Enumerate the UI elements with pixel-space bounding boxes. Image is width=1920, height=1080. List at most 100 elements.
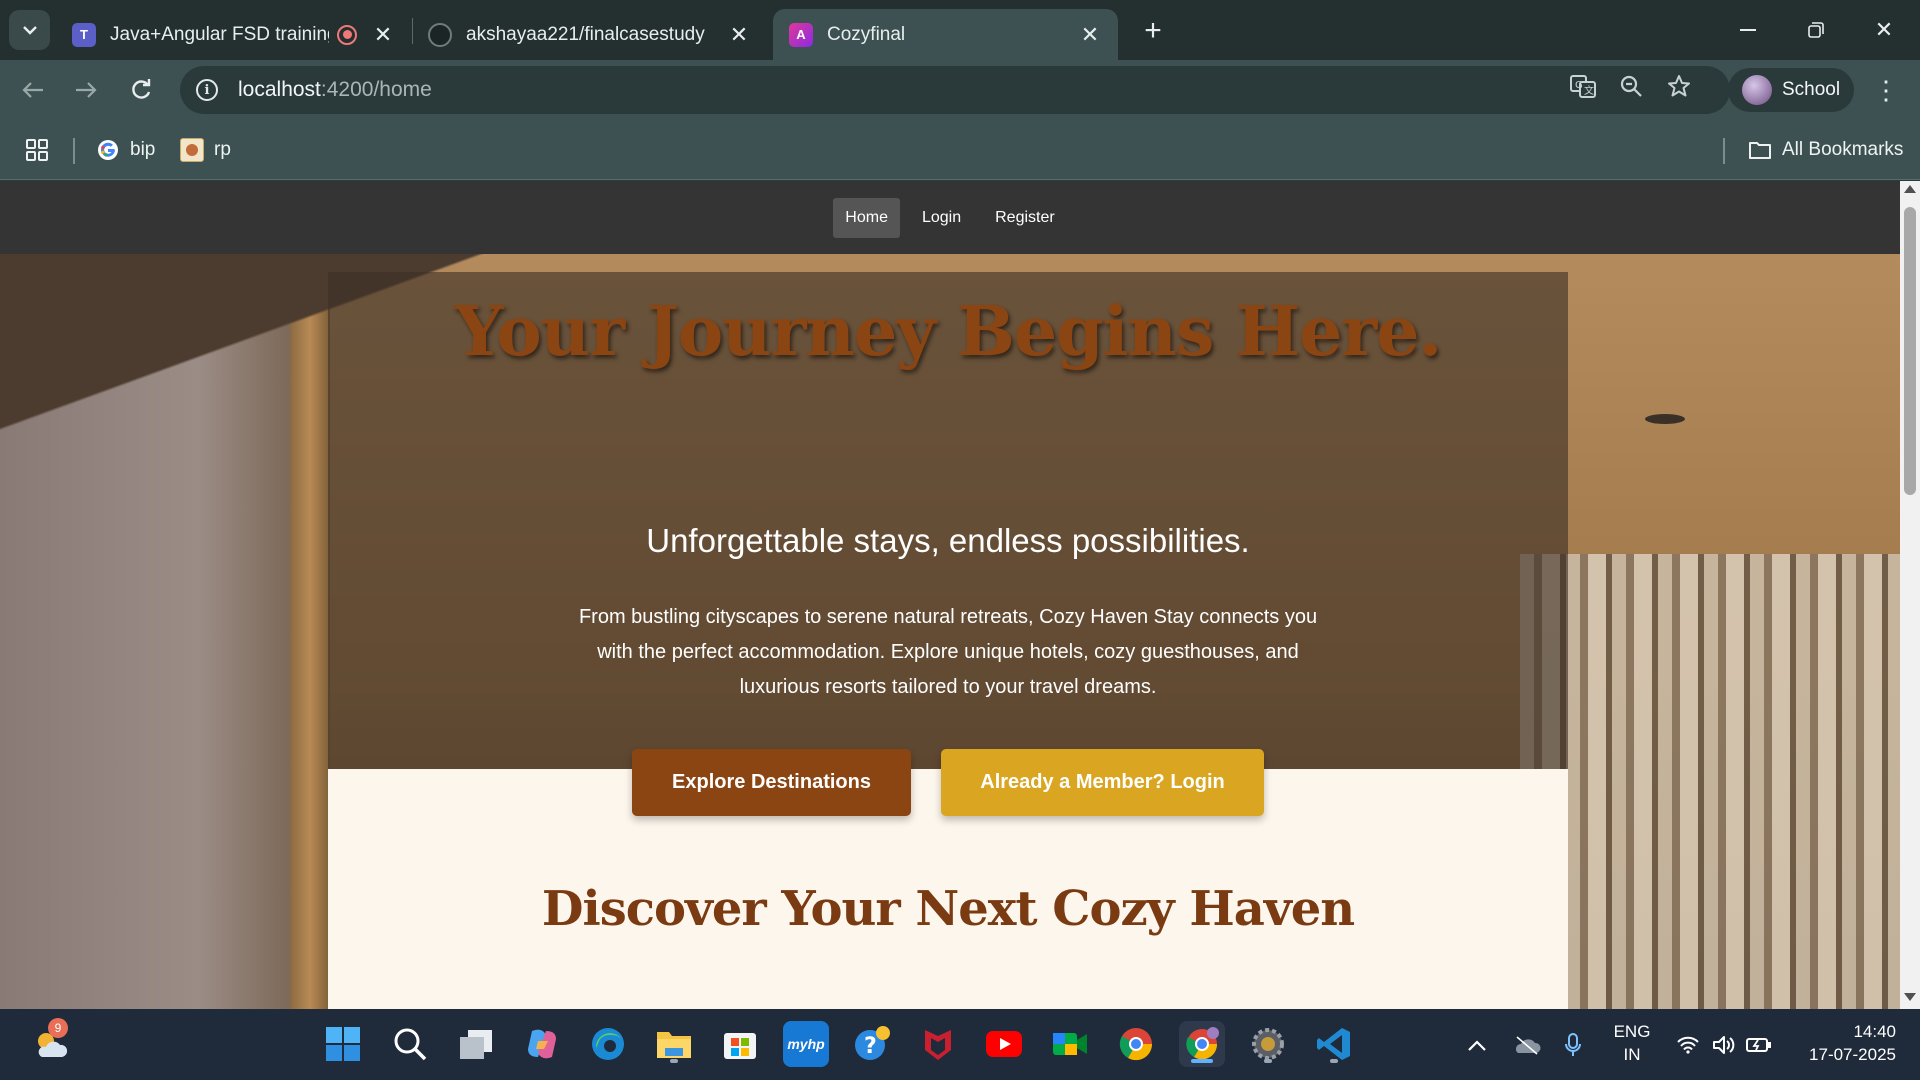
battery-icon[interactable] (1746, 1009, 1772, 1080)
store-icon[interactable] (717, 1021, 763, 1067)
profile-button[interactable]: School (1728, 68, 1854, 112)
reload-icon (132, 79, 151, 99)
forward-button[interactable] (66, 70, 106, 110)
scrollbar-thumb[interactable] (1904, 207, 1916, 495)
start-icon[interactable] (320, 1021, 366, 1067)
nav-register[interactable]: Register (983, 198, 1067, 238)
hero-subtitle: Unforgettable stays, endless possibiliti… (646, 522, 1250, 559)
angular-icon: A (789, 22, 813, 47)
translate-icon[interactable]: G文 (1569, 72, 1597, 100)
wifi-icon[interactable] (1676, 1009, 1700, 1080)
settings-icon[interactable] (1245, 1021, 1291, 1067)
language-code: ENG (1613, 1022, 1651, 1041)
search-icon[interactable] (387, 1021, 433, 1067)
page-viewport: Home Login Register Your Journey Begins … (0, 181, 1900, 1009)
apps-button[interactable] (26, 136, 48, 164)
microphone-icon[interactable] (1565, 1009, 1581, 1080)
discover-title: Discover Your Next Cozy Haven (541, 881, 1355, 937)
back-arrow-icon (22, 82, 43, 98)
system-clock[interactable]: 14:40 17-07-2025 (1786, 1020, 1896, 1066)
copilot-icon[interactable] (519, 1021, 565, 1067)
close-icon: ✕ (1874, 17, 1894, 42)
bookmark-label: rp (214, 139, 231, 160)
forward-arrow-icon (76, 82, 97, 98)
myhp-icon[interactable]: myhp (783, 1021, 829, 1067)
recording-icon (337, 24, 357, 45)
browser-toolbar: i localhost:4200/home G文 School ⋮ (0, 60, 1920, 120)
get-help-icon[interactable]: ? (849, 1021, 895, 1067)
bookmark-bip[interactable]: bip (96, 136, 155, 164)
site-info-icon[interactable]: i (196, 79, 218, 101)
app-running-indicator (1330, 1059, 1338, 1063)
avatar (1742, 75, 1772, 105)
close-icon[interactable]: ✕ (1078, 22, 1102, 47)
tab-teams[interactable]: T Java+Angular FSD training - ✕ (56, 9, 411, 60)
app-running-indicator (1264, 1059, 1272, 1063)
folder-icon (1748, 138, 1772, 162)
menu-icon[interactable]: ⋮ (1873, 72, 1899, 108)
tab-cozyfinal[interactable]: A Cozyfinal ✕ (773, 9, 1118, 60)
ceiling-light (1645, 414, 1685, 424)
edge-icon[interactable] (585, 1021, 631, 1067)
all-bookmarks-button[interactable]: All Bookmarks (1748, 136, 1903, 164)
language-region: IN (1623, 1045, 1641, 1064)
clock-time: 14:40 (1853, 1022, 1896, 1041)
apps-grid-icon (26, 139, 48, 161)
hero-description: From bustling cityscapes to serene natur… (578, 606, 1318, 698)
site-favicon-icon (180, 138, 204, 162)
svg-text:文: 文 (1584, 84, 1594, 97)
app-running-indicator (670, 1059, 678, 1063)
address-bar[interactable]: i localhost:4200/home (180, 66, 1730, 114)
vscode-icon[interactable] (1311, 1021, 1357, 1067)
scroll-up-icon[interactable] (1904, 185, 1916, 193)
hero-curtain (1520, 554, 1900, 1009)
svg-text:?: ? (864, 1034, 877, 1059)
tab-title: Java+Angular FSD training - (110, 23, 329, 45)
onedrive-icon[interactable] (1513, 1009, 1541, 1080)
tab-title: Cozyfinal (827, 23, 906, 45)
back-button[interactable] (13, 70, 53, 110)
close-icon[interactable]: ✕ (727, 22, 751, 47)
tab-search-button[interactable] (9, 10, 50, 50)
reload-button[interactable] (121, 70, 161, 110)
url-text: localhost:4200/home (238, 78, 432, 101)
tab-strip: T Java+Angular FSD training - ✕ akshayaa… (0, 0, 1920, 60)
clock-date: 17-07-2025 (1809, 1045, 1896, 1064)
volume-icon[interactable] (1712, 1009, 1736, 1080)
restore-icon (1808, 22, 1824, 38)
minimize-button[interactable] (1714, 0, 1782, 60)
minimize-icon (1740, 29, 1756, 31)
tab-title: akshayaa221/finalcasestudy (466, 23, 705, 45)
bookmark-star-icon[interactable] (1665, 72, 1693, 100)
zoom-icon[interactable] (1617, 72, 1645, 100)
site-navbar: Home Login Register (0, 181, 1900, 254)
close-window-button[interactable]: ✕ (1850, 0, 1918, 60)
all-bookmarks-label: All Bookmarks (1782, 139, 1904, 160)
mcafee-icon[interactable] (915, 1021, 961, 1067)
tray-overflow-icon[interactable] (1468, 1009, 1486, 1080)
bookmarks-bar: bip rp All Bookmarks (0, 120, 1920, 180)
chrome-icon[interactable] (1113, 1021, 1159, 1067)
file-explorer-icon[interactable] (651, 1021, 697, 1067)
youtube-icon[interactable] (981, 1021, 1027, 1067)
google-icon (96, 138, 120, 162)
nav-home[interactable]: Home (833, 197, 900, 238)
meet-icon[interactable] (1047, 1021, 1093, 1067)
language-indicator[interactable]: ENG IN (1600, 1020, 1664, 1066)
bookmark-rp[interactable]: rp (180, 136, 231, 164)
bookmark-separator (1723, 138, 1725, 164)
nav-login[interactable]: Login (910, 198, 973, 238)
close-icon[interactable]: ✕ (371, 22, 395, 47)
page-scrollbar[interactable] (1900, 181, 1920, 1009)
task-view-icon[interactable] (453, 1021, 499, 1067)
explore-destinations-button[interactable]: Explore Destinations (632, 749, 911, 816)
scroll-down-icon[interactable] (1904, 993, 1916, 1001)
tab-github[interactable]: akshayaa221/finalcasestudy ✕ (412, 9, 767, 60)
member-login-button[interactable]: Already a Member? Login (941, 749, 1264, 816)
teams-icon: T (72, 22, 96, 47)
github-icon (428, 22, 452, 47)
restore-button[interactable] (1782, 0, 1850, 60)
new-tab-button[interactable]: + (1136, 14, 1170, 48)
hero-title: Your Journey Begins Here. (454, 292, 1442, 372)
chrome-profile-icon[interactable] (1179, 1021, 1225, 1067)
